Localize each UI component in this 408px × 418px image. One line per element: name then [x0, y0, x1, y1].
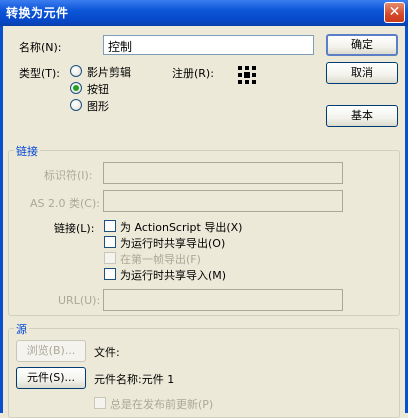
linkage-label: 链接(L):	[54, 222, 95, 235]
cancel-button[interactable]: 取消	[326, 62, 398, 84]
radio-movie-clip-label: 影片剪辑	[87, 66, 131, 79]
ok-button[interactable]: 确定	[326, 34, 398, 56]
source-group-title: 源	[14, 321, 29, 337]
name-input[interactable]: 控制	[103, 35, 314, 55]
url-input[interactable]	[103, 289, 343, 311]
radio-graphic[interactable]	[70, 99, 82, 111]
reg-point-tr[interactable]	[252, 66, 256, 70]
reg-point-bl[interactable]	[238, 80, 242, 84]
reg-point-bc[interactable]	[245, 80, 249, 84]
symbol-name-label: 元件名称:元件 1	[94, 373, 175, 386]
reg-point-tc[interactable]	[245, 66, 249, 70]
window-frame-left	[0, 26, 3, 413]
name-label: 名称(N):	[19, 41, 62, 54]
identifier-input[interactable]	[103, 162, 343, 184]
as-class-label: AS 2.0 类(C):	[30, 197, 100, 210]
radio-movie-clip[interactable]	[70, 65, 82, 77]
close-button[interactable]: ✕	[384, 2, 405, 23]
close-icon: ✕	[388, 4, 401, 20]
always-update-label: 总是在发布前更新(P)	[110, 398, 214, 411]
import-runtime-share-checkbox[interactable]	[104, 268, 116, 280]
radio-button-label: 按钮	[87, 83, 109, 96]
radio-button[interactable]	[70, 82, 82, 94]
browse-button[interactable]: 浏览(B)...	[16, 340, 86, 362]
reg-point-br[interactable]	[252, 80, 256, 84]
export-first-frame-label: 在第一帧导出(F)	[120, 253, 201, 266]
export-actionscript-label: 为 ActionScript 导出(X)	[120, 221, 243, 234]
file-label: 文件:	[94, 346, 120, 359]
symbol-button[interactable]: 元件(S)...	[16, 367, 86, 389]
basic-button[interactable]: 基本	[326, 105, 398, 127]
export-runtime-share-label: 为运行时共享导出(O)	[120, 237, 226, 250]
always-update-checkbox[interactable]	[94, 397, 106, 409]
registration-grid-icon[interactable]	[238, 66, 258, 86]
reg-point-tl[interactable]	[238, 66, 242, 70]
as-class-input[interactable]	[103, 190, 343, 212]
radio-graphic-label: 图形	[87, 100, 109, 113]
registration-label: 注册(R):	[172, 67, 214, 80]
window-title: 转换为元件	[6, 6, 69, 20]
export-actionscript-checkbox[interactable]	[104, 220, 116, 232]
export-runtime-share-checkbox[interactable]	[104, 236, 116, 248]
import-runtime-share-label: 为运行时共享导入(M)	[120, 269, 227, 282]
linkage-group-title: 链接	[14, 143, 40, 159]
url-label: URL(U):	[58, 294, 101, 307]
reg-point-center[interactable]	[244, 72, 250, 78]
export-first-frame-checkbox[interactable]	[104, 252, 116, 264]
reg-point-ml[interactable]	[238, 73, 242, 77]
identifier-label: 标识符(I):	[44, 169, 93, 182]
title-bar: 转换为元件 ✕	[0, 0, 408, 26]
type-label: 类型(T):	[19, 67, 61, 80]
reg-point-mr[interactable]	[252, 73, 256, 77]
